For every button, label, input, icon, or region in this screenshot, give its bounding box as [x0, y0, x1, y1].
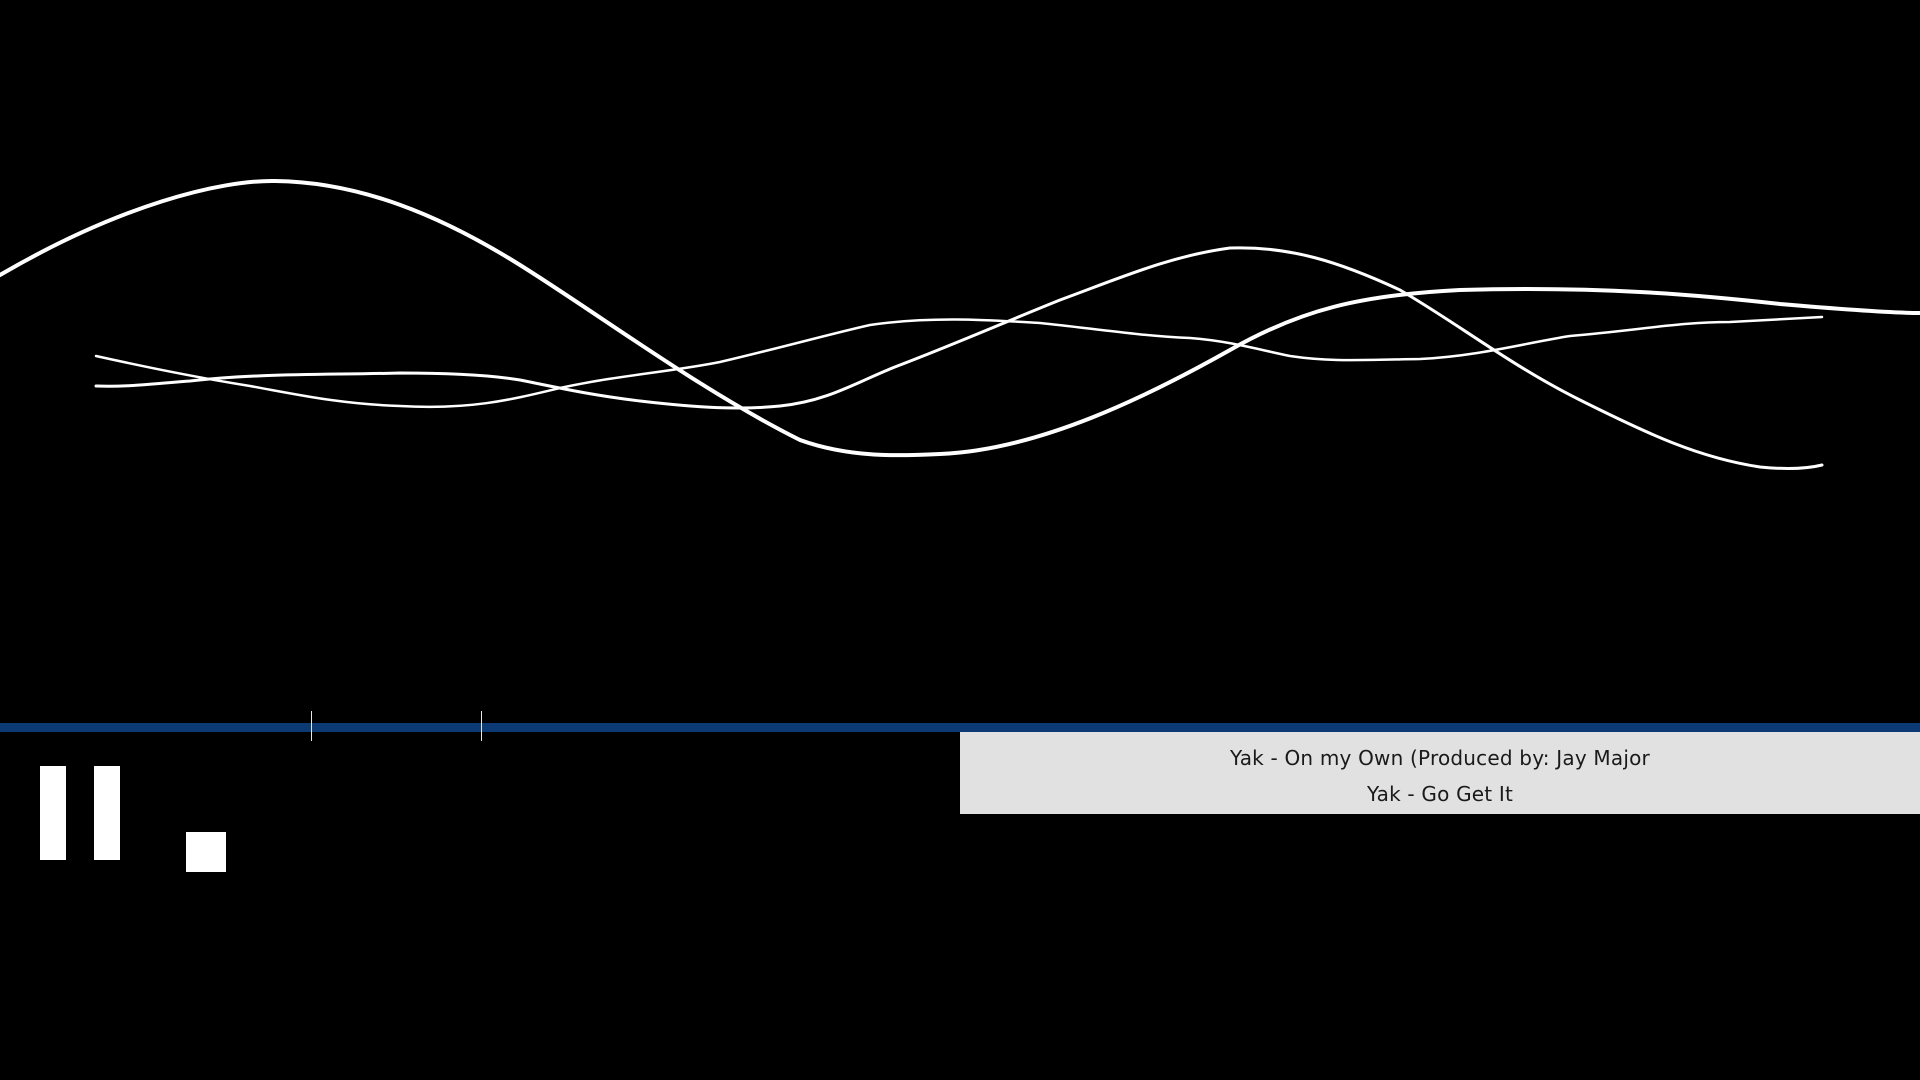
player-controls — [0, 732, 960, 1080]
stop-button[interactable] — [186, 832, 226, 872]
progress-timeline[interactable] — [0, 711, 1920, 741]
playlist: Yak - On my Own (Produced by: Jay Major … — [960, 732, 1920, 814]
playlist-track[interactable]: Yak - Go Get It — [960, 776, 1920, 812]
pause-button[interactable] — [40, 766, 120, 860]
waveform-line — [94, 315, 1824, 409]
waveform-visualizer — [0, 178, 1920, 470]
playlist-track[interactable]: Yak - On my Own (Produced by: Jay Major — [960, 740, 1920, 776]
waveform-line — [94, 246, 1824, 470]
waveform-line — [0, 178, 1920, 458]
music-visualizer-app: Yak - On my Own (Produced by: Jay Major … — [0, 0, 1920, 1080]
pause-icon — [40, 766, 66, 860]
pause-icon — [94, 766, 120, 860]
